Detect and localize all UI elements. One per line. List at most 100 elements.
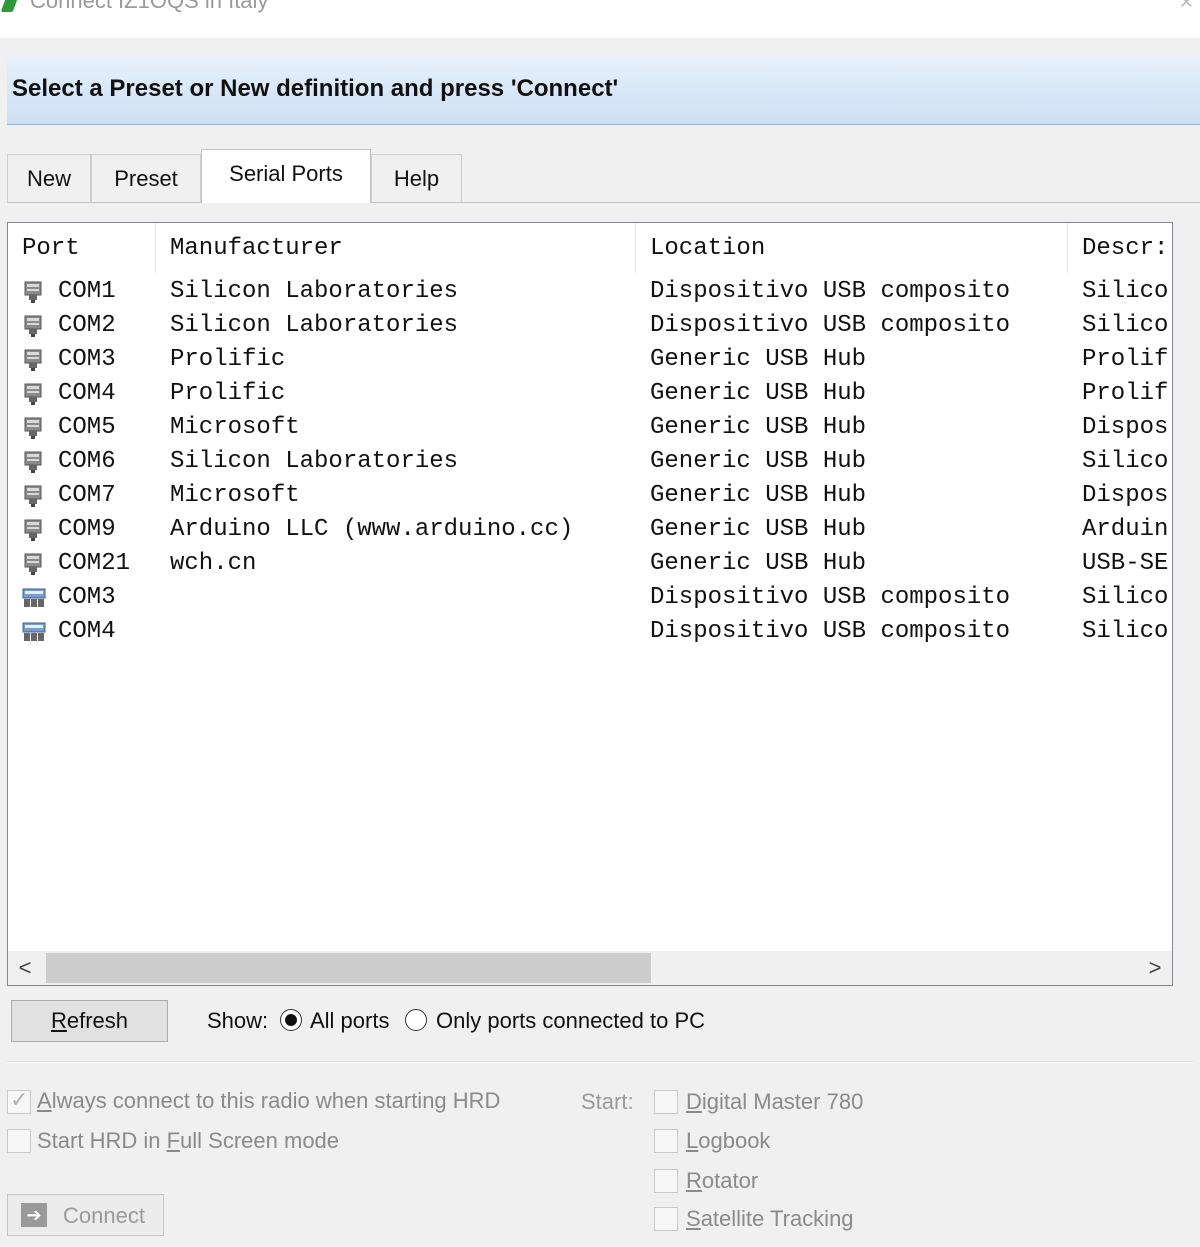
manufacturer-cell: [170, 615, 640, 649]
port-name: COM6: [58, 448, 116, 475]
description-cell: Prolif: [1082, 380, 1169, 407]
table-row[interactable]: COM1 Silicon Laboratories Dispositivo USB …: [8, 275, 1172, 309]
network-port-icon: [22, 587, 46, 609]
port-cell: COM2: [22, 309, 162, 343]
column-header-port[interactable]: Port: [8, 223, 156, 273]
close-icon[interactable]: ✕: [1179, 0, 1194, 13]
port-cell: COM3: [22, 581, 162, 615]
location-cell: Dispositivo USB composito: [650, 618, 1011, 645]
table-row[interactable]: COM9 Arduino LLC (www.arduino.cc) Generic …: [8, 513, 1172, 547]
scroll-left-arrow-icon[interactable]: <: [8, 951, 42, 985]
port-cell: COM9: [22, 513, 162, 547]
always-connect-label[interactable]: Always connect to this radio when starti…: [37, 1088, 500, 1114]
location-cell: Dispositivo USB composito: [650, 312, 1011, 339]
location-cell: Generic USB Hub: [650, 482, 867, 509]
port-cell: COM6: [22, 445, 162, 479]
description-cell: Prolif: [1082, 346, 1169, 373]
connect-button[interactable]: ➔ Connect: [7, 1194, 164, 1236]
logbook-label[interactable]: Logbook: [686, 1128, 770, 1154]
manufacturer-cell: [170, 581, 640, 615]
satellite-tracking-checkbox[interactable]: [654, 1207, 678, 1231]
tab-serial-ports[interactable]: Serial Ports: [201, 149, 371, 203]
manufacturer-cell: Prolific: [170, 380, 286, 407]
scrollbar-thumb[interactable]: [46, 953, 651, 983]
tab-help[interactable]: Help: [371, 154, 462, 202]
description-cell: Arduin: [1082, 516, 1169, 543]
description-cell: Silico: [1082, 278, 1169, 305]
horizontal-scrollbar[interactable]: < >: [8, 951, 1172, 985]
location-cell: Generic USB Hub: [650, 346, 867, 373]
table-row[interactable]: COM5 Microsoft Generic USB Hub Dispos: [8, 411, 1172, 445]
logbook-checkbox[interactable]: [654, 1129, 678, 1153]
location-cell: Generic USB Hub: [650, 550, 867, 577]
manufacturer-cell: Silicon Laboratories: [170, 278, 459, 305]
manufacturer-cell: Prolific: [170, 346, 286, 373]
always-connect-checkbox[interactable]: [7, 1087, 31, 1114]
show-label: Show:: [207, 1008, 269, 1033]
table-row[interactable]: COM21 wch.cn Generic USB Hub USB-SE: [8, 547, 1172, 581]
description-cell: Dispos: [1082, 414, 1169, 441]
list-header: Port Manufacturer Location Descr:: [8, 223, 1172, 273]
all-ports-label[interactable]: All ports: [310, 1008, 389, 1034]
table-row[interactable]: COM3 Dispositivo USB composito Silico: [8, 581, 1172, 615]
all-ports-radio[interactable]: [280, 1009, 302, 1031]
port-cell: COM5: [22, 411, 162, 445]
column-header-description[interactable]: Descr:: [1068, 223, 1172, 273]
port-cell: COM1: [22, 275, 162, 309]
start-label: Start:: [581, 1089, 634, 1114]
refresh-button-label: Refresh: [50, 1008, 129, 1033]
serial-port-icon: [22, 315, 44, 337]
column-header-manufacturer[interactable]: Manufacturer: [156, 223, 636, 273]
serial-ports-list[interactable]: Port Manufacturer Location Descr: COM1 Si…: [7, 222, 1173, 986]
full-screen-checkbox[interactable]: [7, 1129, 31, 1153]
refresh-button[interactable]: Refresh: [11, 1000, 168, 1042]
full-screen-label[interactable]: Start HRD in Full Screen mode: [37, 1128, 339, 1154]
description-cell: Silico: [1082, 618, 1169, 645]
description-cell: USB-SE: [1082, 550, 1169, 577]
connect-dialog: Select a Preset or New definition and pr…: [0, 38, 1200, 1247]
port-name: COM3: [58, 346, 116, 373]
tab-strip: New Preset Serial Ports Help: [7, 149, 1200, 206]
rotator-checkbox[interactable]: [654, 1169, 678, 1193]
tab-new[interactable]: New: [7, 154, 91, 202]
table-row[interactable]: COM3 Prolific Generic USB Hub Prolif: [8, 343, 1172, 377]
serial-port-icon: [22, 417, 44, 439]
digital-master-label[interactable]: Digital Master 780: [686, 1089, 863, 1115]
serial-port-icon: [22, 383, 44, 405]
description-cell: Silico: [1082, 312, 1169, 339]
satellite-tracking-label[interactable]: Satellite Tracking: [686, 1206, 854, 1232]
digital-master-checkbox[interactable]: [654, 1090, 678, 1114]
dialog-header: Select a Preset or New definition and pr…: [7, 56, 1200, 125]
port-name: COM7: [58, 482, 116, 509]
serial-port-icon: [22, 485, 44, 507]
table-row[interactable]: COM6 Silicon Laboratories Generic USB Hub S…: [8, 445, 1172, 479]
scroll-right-arrow-icon[interactable]: >: [1138, 951, 1172, 985]
manufacturer-cell: wch.cn: [170, 550, 257, 577]
rotator-label[interactable]: Rotator: [686, 1168, 758, 1194]
location-cell: Generic USB Hub: [650, 414, 867, 441]
description-cell: Silico: [1082, 448, 1169, 475]
tab-preset[interactable]: Preset: [91, 154, 201, 202]
port-name: COM4: [58, 380, 116, 407]
section-divider: [7, 1061, 1193, 1063]
serial-port-icon: [22, 519, 44, 541]
location-cell: Generic USB Hub: [650, 516, 867, 543]
table-row[interactable]: COM2 Silicon Laboratories Dispositivo USB …: [8, 309, 1172, 343]
connect-button-label: Connect: [63, 1203, 145, 1228]
column-header-location[interactable]: Location: [636, 223, 1068, 273]
network-port-icon: [22, 621, 46, 643]
port-name: COM4: [58, 618, 116, 645]
connected-ports-radio[interactable]: [405, 1009, 427, 1031]
port-cell: COM7: [22, 479, 162, 513]
port-name: COM21: [58, 550, 131, 577]
table-row[interactable]: COM4 Prolific Generic USB Hub Prolif: [8, 377, 1172, 411]
table-row[interactable]: COM4 Dispositivo USB composito Silico: [8, 615, 1172, 649]
window-titlebar: Connect IZ1OQS in Italy ✕: [0, 0, 1200, 38]
port-name: COM2: [58, 312, 116, 339]
arrow-right-icon: ➔: [21, 1203, 47, 1227]
app-icon: [0, 0, 20, 12]
port-cell: COM3: [22, 343, 162, 377]
table-row[interactable]: COM7 Microsoft Generic USB Hub Dispos: [8, 479, 1172, 513]
connected-ports-label[interactable]: Only ports connected to PC: [436, 1008, 705, 1034]
header-title: Select a Preset or New definition and pr…: [12, 75, 619, 102]
